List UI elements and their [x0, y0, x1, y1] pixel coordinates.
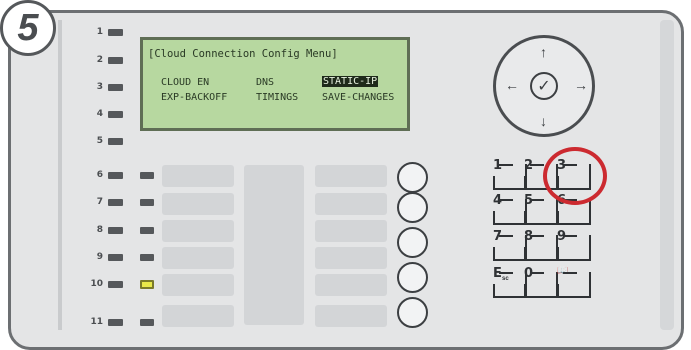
menu-item-dns[interactable]: DNS — [256, 77, 274, 88]
keypad-key-8[interactable]: 8 — [524, 229, 560, 265]
zone-led — [108, 171, 123, 179]
zone-led — [108, 110, 123, 118]
zone-row: 11 — [75, 315, 123, 329]
keypad-key-0[interactable]: 0 — [524, 266, 560, 302]
zone-led — [108, 198, 123, 206]
zone-label-bar — [162, 274, 234, 296]
zone-row: 7 — [75, 195, 123, 209]
zone-label-bar — [315, 274, 387, 296]
zone-number: 7 — [96, 197, 103, 207]
key-3-highlight-ring — [543, 147, 607, 205]
zone-number: 6 — [96, 170, 103, 180]
arrow-up-icon[interactable]: ↑ — [540, 44, 547, 60]
zone-led — [108, 280, 123, 288]
zone-led — [108, 83, 123, 91]
zone-led — [108, 137, 123, 145]
zone-number: 4 — [96, 109, 103, 119]
zone-number: 2 — [96, 55, 103, 65]
zone-number: 5 — [96, 136, 103, 146]
lcd-menu-title: [Cloud Connection Config Menu] — [148, 48, 338, 60]
zone-number: 1 — [96, 27, 103, 37]
function-button[interactable] — [397, 192, 428, 223]
panel-edge — [660, 20, 674, 330]
zone-row: 2 — [75, 53, 123, 67]
status-led — [140, 254, 154, 261]
lcd-display: [Cloud Connection Config Menu] CLOUD EN … — [140, 37, 410, 131]
function-button[interactable] — [397, 162, 428, 193]
zone-led — [108, 28, 123, 36]
zone-number: 3 — [96, 82, 103, 92]
menu-item-exp-backoff[interactable]: EXP-BACKOFF — [161, 92, 227, 103]
zone-number: 9 — [96, 252, 103, 262]
menu-item-cloud-en[interactable]: CLOUD EN — [161, 77, 209, 88]
keypad-key-book[interactable]: 📖 — [557, 266, 593, 302]
zone-label-bar — [162, 305, 234, 327]
status-led — [140, 319, 154, 326]
zone-row: 4 — [75, 107, 123, 121]
step-number-badge: 5 — [0, 0, 56, 56]
zone-label-bar — [162, 193, 234, 215]
zone-number: 10 — [90, 279, 103, 289]
zone-row: 6 — [75, 168, 123, 182]
status-led — [140, 227, 154, 234]
zone-number: 8 — [96, 225, 103, 235]
step-number: 5 — [17, 6, 39, 49]
zone-led — [108, 318, 123, 326]
zone-label-bar — [315, 220, 387, 242]
zone-led — [108, 56, 123, 64]
status-led — [140, 199, 154, 206]
function-button[interactable] — [397, 297, 428, 328]
zone-number: 11 — [90, 317, 103, 327]
zone-led — [108, 226, 123, 234]
menu-item-save-changes[interactable]: SAVE-CHANGES — [322, 92, 394, 103]
menu-item-static-ip[interactable]: STATIC-IP — [322, 76, 379, 87]
function-button[interactable] — [397, 227, 428, 258]
keypad-key-9[interactable]: 9 — [557, 229, 593, 265]
zone-label-bar — [315, 305, 387, 327]
zone-label-bar — [162, 220, 234, 242]
zone-label-bar — [162, 247, 234, 269]
status-led — [140, 172, 154, 179]
zone-row: 5 — [75, 134, 123, 148]
label-panel — [244, 165, 304, 325]
menu-item-timings[interactable]: TIMINGS — [256, 92, 298, 103]
check-icon[interactable]: ✓ — [530, 72, 558, 100]
zone-label-bar — [315, 247, 387, 269]
panel-divider — [58, 20, 62, 330]
zone-label-bar — [315, 165, 387, 187]
arrow-down-icon[interactable]: ↓ — [540, 113, 547, 129]
zone-row: 9 — [75, 250, 123, 264]
status-led-lit — [140, 280, 154, 289]
zone-label-bar — [162, 165, 234, 187]
zone-row: 1 — [75, 25, 123, 39]
zone-row: 3 — [75, 80, 123, 94]
zone-led — [108, 253, 123, 261]
navigation-pad[interactable]: ↑ ↓ ← → ✓ — [493, 35, 595, 137]
function-button[interactable] — [397, 262, 428, 293]
arrow-left-icon[interactable]: ← — [505, 77, 519, 93]
arrow-right-icon[interactable]: → — [574, 77, 588, 93]
zone-row: 10 — [75, 277, 123, 291]
zone-label-bar — [315, 193, 387, 215]
zone-row: 8 — [75, 223, 123, 237]
